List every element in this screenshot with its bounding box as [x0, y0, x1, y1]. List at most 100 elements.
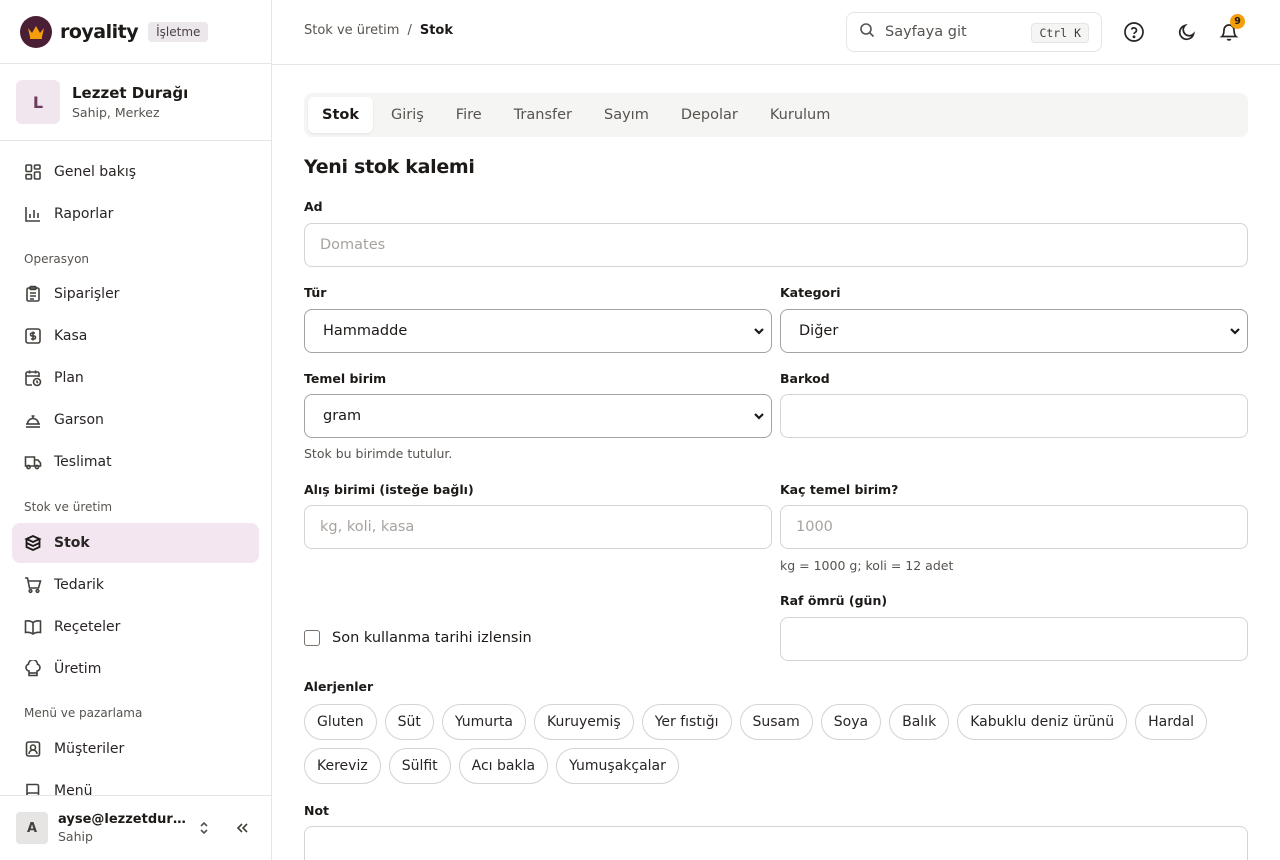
expiry-tracking-checkbox-row[interactable]: Son kullanma tarihi izlensin [304, 630, 532, 646]
name-input[interactable]: Domates [304, 223, 1248, 267]
sidebar-nav: Genel bakış Raporlar Operasyon Siparişle… [0, 152, 271, 796]
calendar-clock-icon [24, 369, 42, 387]
type-select[interactable]: Hammadde [304, 309, 772, 353]
base-unit-label: Temel birim [304, 371, 387, 386]
truck-icon [24, 453, 42, 471]
expiry-tracking-checkbox[interactable] [304, 630, 320, 646]
allergen-chip[interactable]: Yumurta [441, 704, 526, 740]
allergen-chip[interactable]: Gluten [304, 704, 377, 740]
chevrons-up-down-icon[interactable] [192, 816, 216, 840]
collapse-sidebar-icon[interactable] [230, 816, 254, 840]
cash-register-icon [24, 327, 42, 345]
user-email: ayse@lezzetdurağı.com [58, 812, 186, 827]
help-icon[interactable] [1122, 20, 1146, 44]
category-label: Kategori [780, 285, 841, 300]
org-name: Lezzet Durağı [72, 84, 189, 102]
sidebar-item-tedarik[interactable]: Tedarik [12, 565, 259, 605]
tab-giris[interactable]: Giriş [377, 97, 438, 133]
sidebar-item-stok[interactable]: Stok [12, 523, 259, 563]
sidebar-item-receteler[interactable]: Reçeteler [12, 607, 259, 647]
sidebar-item-genel-bakis[interactable]: Genel bakış [12, 152, 259, 192]
stock-tabs: Stok Giriş Fire Transfer Sayım Depolar K… [304, 93, 1248, 137]
barcode-label: Barkod [780, 371, 830, 386]
avatar: A [16, 812, 48, 844]
category-select[interactable]: Diğer [780, 309, 1248, 353]
search-icon [859, 22, 875, 42]
sidebar-item-plan[interactable]: Plan [12, 358, 259, 398]
layout-grid-icon [24, 163, 42, 181]
type-label: Tür [304, 285, 327, 300]
barcode-input[interactable] [780, 394, 1248, 438]
contact-icon [24, 740, 42, 758]
allergen-chip[interactable]: Sülfit [388, 748, 451, 784]
sidebar-item-label: Genel bakış [54, 164, 137, 180]
sidebar-item-label: Müşteriler [54, 741, 125, 757]
sidebar-item-teslimat[interactable]: Teslimat [12, 442, 259, 482]
shelf-life-label: Raf ömrü (gün) [780, 593, 888, 608]
note-textarea[interactable] [304, 826, 1248, 860]
allergen-chip[interactable]: Hardal [1135, 704, 1208, 740]
chef-hat-icon [24, 660, 42, 678]
allergen-chip[interactable]: Yer fıstığı [641, 704, 732, 740]
sidebar-item-label: Plan [54, 370, 84, 386]
sidebar-item-label: Üretim [54, 661, 102, 677]
base-unit-hint: Stok bu birimde tutulur. [304, 446, 453, 461]
main-content: Stok Giriş Fire Transfer Sayım Depolar K… [304, 93, 1248, 860]
allergen-chip[interactable]: Susam [739, 704, 813, 740]
book-open-icon [24, 618, 42, 636]
sidebar-item-musteriler[interactable]: Müşteriler [12, 729, 259, 769]
allergen-chip[interactable]: Süt [384, 704, 434, 740]
sidebar-item-siparisler[interactable]: Siparişler [12, 274, 259, 314]
moon-icon[interactable] [1175, 20, 1199, 44]
sidebar-item-uretim[interactable]: Üretim [12, 649, 259, 689]
org-role: Sahip, Merkez [72, 105, 160, 120]
allergen-chip[interactable]: Kabuklu deniz ürünü [957, 704, 1128, 740]
bell-icon[interactable]: 9 [1217, 14, 1245, 44]
allergen-chip[interactable]: Kereviz [304, 748, 381, 784]
sidebar-item-menu[interactable]: Menü [12, 771, 259, 796]
tab-sayim[interactable]: Sayım [590, 97, 663, 133]
nav-section-title: Stok ve üretim [24, 500, 113, 514]
tab-stok[interactable]: Stok [308, 97, 373, 133]
sidebar-item-label: Kasa [54, 328, 88, 344]
sidebar-item-label: Siparişler [54, 286, 120, 302]
name-label: Ad [304, 199, 323, 214]
form-title: Yeni stok kalemi [304, 156, 475, 178]
allergen-chip[interactable]: Soya [820, 704, 882, 740]
user-role: Sahip [58, 829, 93, 844]
org-avatar: L [16, 80, 60, 124]
allergen-chip[interactable]: Yumuşakçalar [556, 748, 679, 784]
sidebar-item-label: Reçeteler [54, 619, 121, 635]
search-input[interactable]: Sayfaya git Ctrl K [846, 12, 1102, 52]
sidebar-item-label: Teslimat [54, 454, 112, 470]
sidebar-item-label: Garson [54, 412, 104, 428]
tab-depolar[interactable]: Depolar [667, 97, 752, 133]
sidebar-item-garson[interactable]: Garson [12, 400, 259, 440]
shelf-life-input[interactable] [780, 617, 1248, 661]
concierge-bell-icon [24, 411, 42, 429]
allergen-chip[interactable]: Kuruyemiş [534, 704, 634, 740]
sidebar-item-raporlar[interactable]: Raporlar [12, 194, 259, 234]
org-switcher[interactable]: L Lezzet Durağı Sahip, Merkez [0, 64, 271, 141]
crown-logo-icon[interactable] [20, 15, 52, 48]
tab-transfer[interactable]: Transfer [500, 97, 586, 133]
user-menu[interactable]: A ayse@lezzetdurağı.com Sahip [0, 795, 271, 860]
notification-count-badge: 9 [1230, 14, 1245, 29]
clipboard-list-icon [24, 285, 42, 303]
breadcrumb-parent[interactable]: Stok ve üretim [304, 23, 399, 38]
database-stack-icon [24, 534, 42, 552]
purchase-unit-input[interactable]: kg, koli, kasa [304, 505, 772, 549]
shopping-cart-icon [24, 576, 42, 594]
allergen-chip[interactable]: Acı bakla [458, 748, 549, 784]
allergen-chip[interactable]: Balık [889, 704, 950, 740]
tab-fire[interactable]: Fire [442, 97, 496, 133]
conversion-input[interactable]: 1000 [780, 505, 1248, 549]
tab-kurulum[interactable]: Kurulum [756, 97, 844, 133]
base-unit-select[interactable]: gram [304, 394, 772, 438]
breadcrumb-separator: / [407, 23, 412, 38]
sidebar-item-label: Stok [54, 535, 90, 551]
sidebar-item-kasa[interactable]: Kasa [12, 316, 259, 356]
allergens-label: Alerjenler [304, 679, 374, 694]
nav-section-title: Menü ve pazarlama [24, 706, 143, 720]
breadcrumb: Stok ve üretim / Stok [304, 23, 453, 38]
